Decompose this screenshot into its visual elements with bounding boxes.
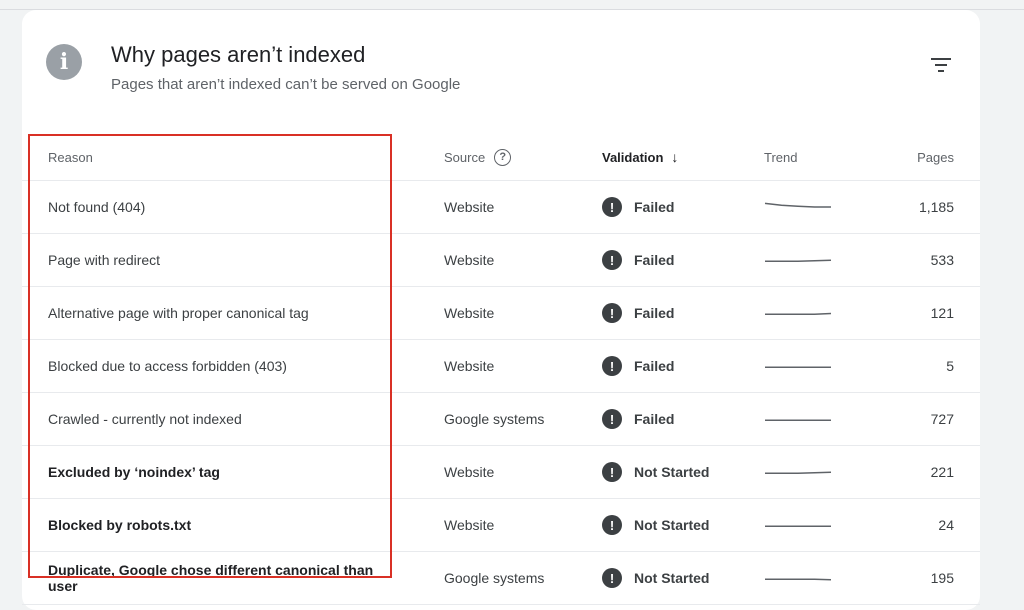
pages-count-cell: 195	[930, 570, 954, 586]
source-cell: Google systems	[444, 411, 545, 427]
column-header-reason[interactable]: Reason	[48, 134, 388, 180]
reason-cell: Page with redirect	[48, 252, 161, 268]
exclamation-circle-icon: !	[602, 462, 622, 482]
reason-cell: Blocked due to access forbidden (403)	[48, 358, 287, 374]
filter-icon[interactable]	[928, 54, 954, 76]
pages-count-cell: 727	[930, 411, 954, 427]
source-cell: Website	[444, 517, 495, 533]
column-header-validation[interactable]: Validation ↓	[602, 134, 762, 180]
reason-cell: Blocked by robots.txt	[48, 517, 192, 533]
indexing-card: i Why pages aren’t indexed Pages that ar…	[22, 10, 980, 610]
exclamation-circle-icon: !	[602, 250, 622, 270]
validation-cell: ! Not Started	[602, 499, 762, 551]
source-cell: Website	[444, 464, 495, 480]
exclamation-circle-icon: !	[602, 515, 622, 535]
trend-line	[765, 578, 832, 581]
column-header-source[interactable]: Source ?	[444, 134, 594, 180]
validation-cell: ! Failed	[602, 181, 762, 233]
reason-cell: Excluded by ‘noindex’ tag	[48, 464, 220, 480]
exclamation-circle-icon: !	[602, 568, 622, 588]
table-row[interactable]: Page with redirect Website! Failed 533	[22, 234, 980, 287]
trend-sparkline	[765, 471, 832, 474]
trend-sparkline	[765, 312, 832, 315]
validation-status-label: Failed	[634, 305, 675, 321]
source-cell: Website	[444, 305, 495, 321]
trend-line	[765, 471, 832, 474]
reason-cell: Duplicate, Google chose different canoni…	[48, 562, 374, 594]
reason-cell: Alternative page with proper canonical t…	[48, 305, 309, 321]
trend-cell	[764, 181, 844, 233]
reasons-table: Reason Source ? Validation ↓ Trend Pages…	[22, 134, 980, 605]
trend-line	[765, 259, 832, 262]
exclamation-circle-icon: !	[602, 409, 622, 429]
table-row[interactable]: Duplicate, Google chose different canoni…	[22, 552, 980, 605]
column-header-pages[interactable]: Pages	[864, 134, 954, 180]
table-row[interactable]: Blocked due to access forbidden (403) Web…	[22, 340, 980, 393]
trend-cell	[764, 446, 844, 498]
pages-count-cell: 24	[938, 517, 954, 533]
trend-line	[765, 312, 832, 315]
validation-status-label: Failed	[634, 411, 675, 427]
validation-status-label: Failed	[634, 199, 675, 215]
pages-count-cell: 5	[946, 358, 954, 374]
exclamation-circle-icon: !	[602, 356, 622, 376]
validation-cell: ! Failed	[602, 234, 762, 286]
page-title: Why pages aren’t indexed	[111, 42, 366, 67]
table-row[interactable]: Crawled - currently not indexed Google sy…	[22, 393, 980, 446]
trend-sparkline	[765, 419, 831, 421]
pages-count-cell: 533	[930, 252, 954, 268]
table-header-row: Reason Source ? Validation ↓ Trend Pages	[22, 134, 980, 181]
validation-cell: ! Failed	[602, 287, 762, 339]
trend-cell	[764, 499, 844, 551]
source-cell: Website	[444, 252, 495, 268]
reason-cell: Crawled - currently not indexed	[48, 411, 242, 427]
column-header-validation-label: Validation	[602, 149, 664, 165]
exclamation-circle-icon: !	[602, 197, 622, 217]
validation-status-label: Not Started	[634, 464, 710, 480]
table-row[interactable]: Not found (404) Website! Failed 1,185	[22, 181, 980, 234]
trend-sparkline	[765, 366, 831, 368]
validation-cell: ! Failed	[602, 340, 762, 392]
info-icon: i	[46, 44, 82, 80]
column-header-trend: Trend	[764, 149, 798, 165]
source-cell: Website	[444, 358, 495, 374]
source-cell: Google systems	[444, 570, 545, 586]
table-row[interactable]: Excluded by ‘noindex’ tag Website! Not Sta…	[22, 446, 980, 499]
trend-sparkline	[765, 259, 832, 262]
pages-count-cell: 121	[930, 305, 954, 321]
card-header: i Why pages aren’t indexed Pages that ar…	[22, 10, 980, 130]
trend-cell	[764, 340, 844, 392]
validation-status-label: Not Started	[634, 570, 710, 586]
trend-sparkline	[765, 525, 831, 527]
pages-count-cell: 1,185	[918, 199, 954, 215]
validation-status-label: Failed	[634, 358, 675, 374]
exclamation-circle-icon: !	[602, 303, 622, 323]
arrow-down-icon[interactable]: ↓	[671, 149, 678, 165]
validation-cell: ! Not Started	[602, 446, 762, 498]
validation-cell: ! Failed	[602, 393, 762, 445]
validation-status-label: Failed	[634, 252, 675, 268]
table-row[interactable]: Alternative page with proper canonical t…	[22, 287, 980, 340]
validation-cell: ! Not Started	[602, 552, 762, 604]
source-cell: Website	[444, 199, 495, 215]
trend-cell	[764, 552, 844, 604]
reason-cell: Not found (404)	[48, 199, 146, 215]
trend-cell	[764, 234, 844, 286]
trend-sparkline	[764, 202, 831, 208]
trend-cell	[764, 393, 844, 445]
table-row[interactable]: Blocked by robots.txt Website! Not Started…	[22, 499, 980, 552]
help-circle-icon[interactable]: ?	[494, 148, 512, 166]
pages-count-cell: 221	[930, 464, 954, 480]
trend-cell	[764, 287, 844, 339]
validation-status-label: Not Started	[634, 517, 710, 533]
column-header-source-label: Source	[444, 149, 486, 165]
trend-line	[764, 202, 831, 208]
page-subtitle: Pages that aren’t indexed can’t be serve…	[111, 76, 461, 93]
